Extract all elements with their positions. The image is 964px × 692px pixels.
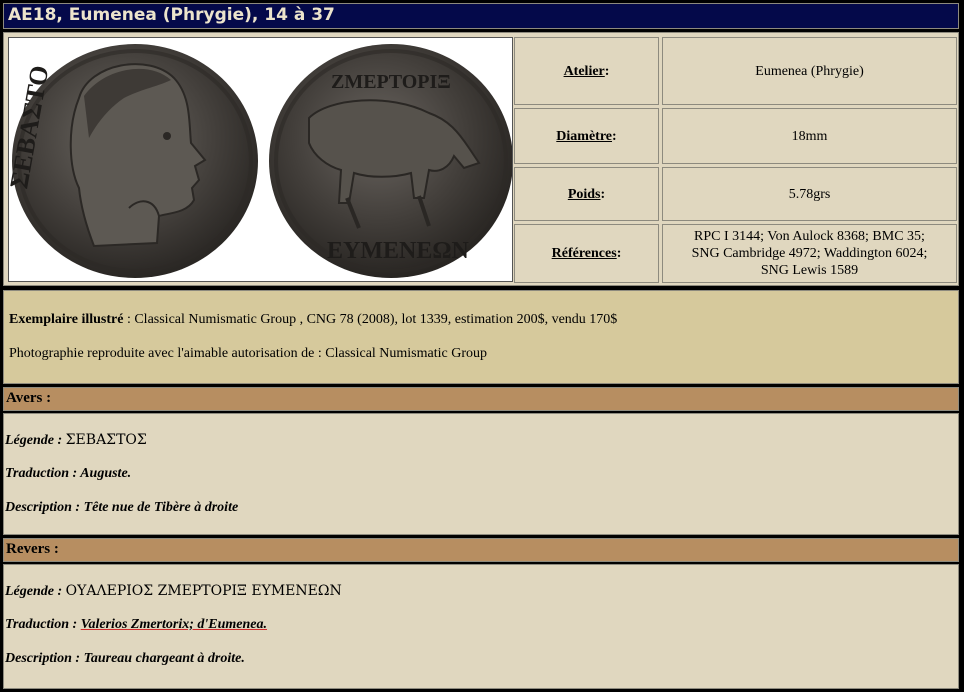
poids-label: Poids : [514,167,659,221]
revers-traduction: Traduction : Valerios Zmertorix; d'Eumen… [5,617,268,632]
revers-header: Revers : [3,538,959,562]
reference-line: SNG Cambridge 4972; Waddington 6024; [691,246,928,261]
avers-section: Légende : ΣΕΒΑΣΤΟΣ Traduction : Auguste.… [3,413,959,535]
revers-section: Légende : ΟΥΑΛΕΡΙΟΣ ΖΜΕΡΤΟΡΙΞ ΕΥΜΕΝΕΩΝ T… [3,564,959,689]
reverse-legend-bottom: ΕΥΜΕΝΕΩΝ [327,238,470,264]
avers-legende: Légende : ΣΕΒΑΣΤΟΣ [5,432,147,448]
reverse-legend-top: ΖΜΕΡΤΟΡΙΞ [331,71,451,93]
obverse-coin: ΣΕΒΑΣΤΟ [9,44,258,278]
avers-header: Avers : [3,387,959,411]
diametre-label: Diamètre : [514,108,659,164]
reverse-coin: ΖΜΕΡΤΟΡΙΞ ΕΥΜΕΝΕΩΝ [269,44,512,278]
reference-line: RPC I 3144; Von Aulock 8368; BMC 35; [694,229,925,244]
references-value: RPC I 3144; Von Aulock 8368; BMC 35; SNG… [662,224,957,283]
title-bar: AE18, Eumenea (Phrygie), 14 à 37 [3,3,959,29]
diametre-value: 18mm [662,108,957,164]
exemplaire-text: : Classical Numismatic Group , CNG 78 (2… [123,312,618,327]
atelier-label: Atelier : [514,37,659,105]
avers-traduction: Traduction : Auguste. [5,466,132,481]
photo-credit: Photographie reproduite avec l'aimable a… [9,346,488,361]
coin-image: ΣΕΒΑΣΤΟ ΖΜΕΡΤΟΡΙΞ ΕΥΜΕΝΕΩΝ [9,44,512,278]
info-table: Atelier : Eumenea (Phrygie) Diamètre : 1… [514,37,957,283]
revers-legende: Légende : ΟΥΑΛΕΡΙΟΣ ΖΜΕΡΤΟΡΙΞ ΕΥΜΕΝΕΩΝ [5,583,342,599]
traduction-link[interactable]: Valerios Zmertorix; d'Eumenea. [81,617,267,632]
reference-line: SNG Lewis 1589 [760,263,859,278]
avers-description: Description : Tête nue de Tibère à droit… [5,500,239,515]
exemplaire-line: Exemplaire illustré : Classical Numismat… [9,312,617,328]
credit-block: Exemplaire illustré : Classical Numismat… [3,290,959,384]
exemplaire-label: Exemplaire illustré [9,312,124,327]
atelier-value: Eumenea (Phrygie) [662,37,957,105]
references-label: Références : [514,224,659,283]
poids-value: 5.78grs [662,167,957,221]
page-title: AE18, Eumenea (Phrygie), 14 à 37 [8,5,335,25]
coin-summary: ΣΕΒΑΣΤΟ ΖΜΕΡΤΟΡΙΞ ΕΥΜΕΝΕΩΝ Atelier : Eum… [3,32,959,286]
coin-photo: ΣΕΒΑΣΤΟ ΖΜΕΡΤΟΡΙΞ ΕΥΜΕΝΕΩΝ [8,37,513,282]
revers-description: Description : Taureau chargeant à droite… [5,651,245,666]
page: AE18, Eumenea (Phrygie), 14 à 37 ΣΕΒΑΣΤΟ… [0,0,964,692]
